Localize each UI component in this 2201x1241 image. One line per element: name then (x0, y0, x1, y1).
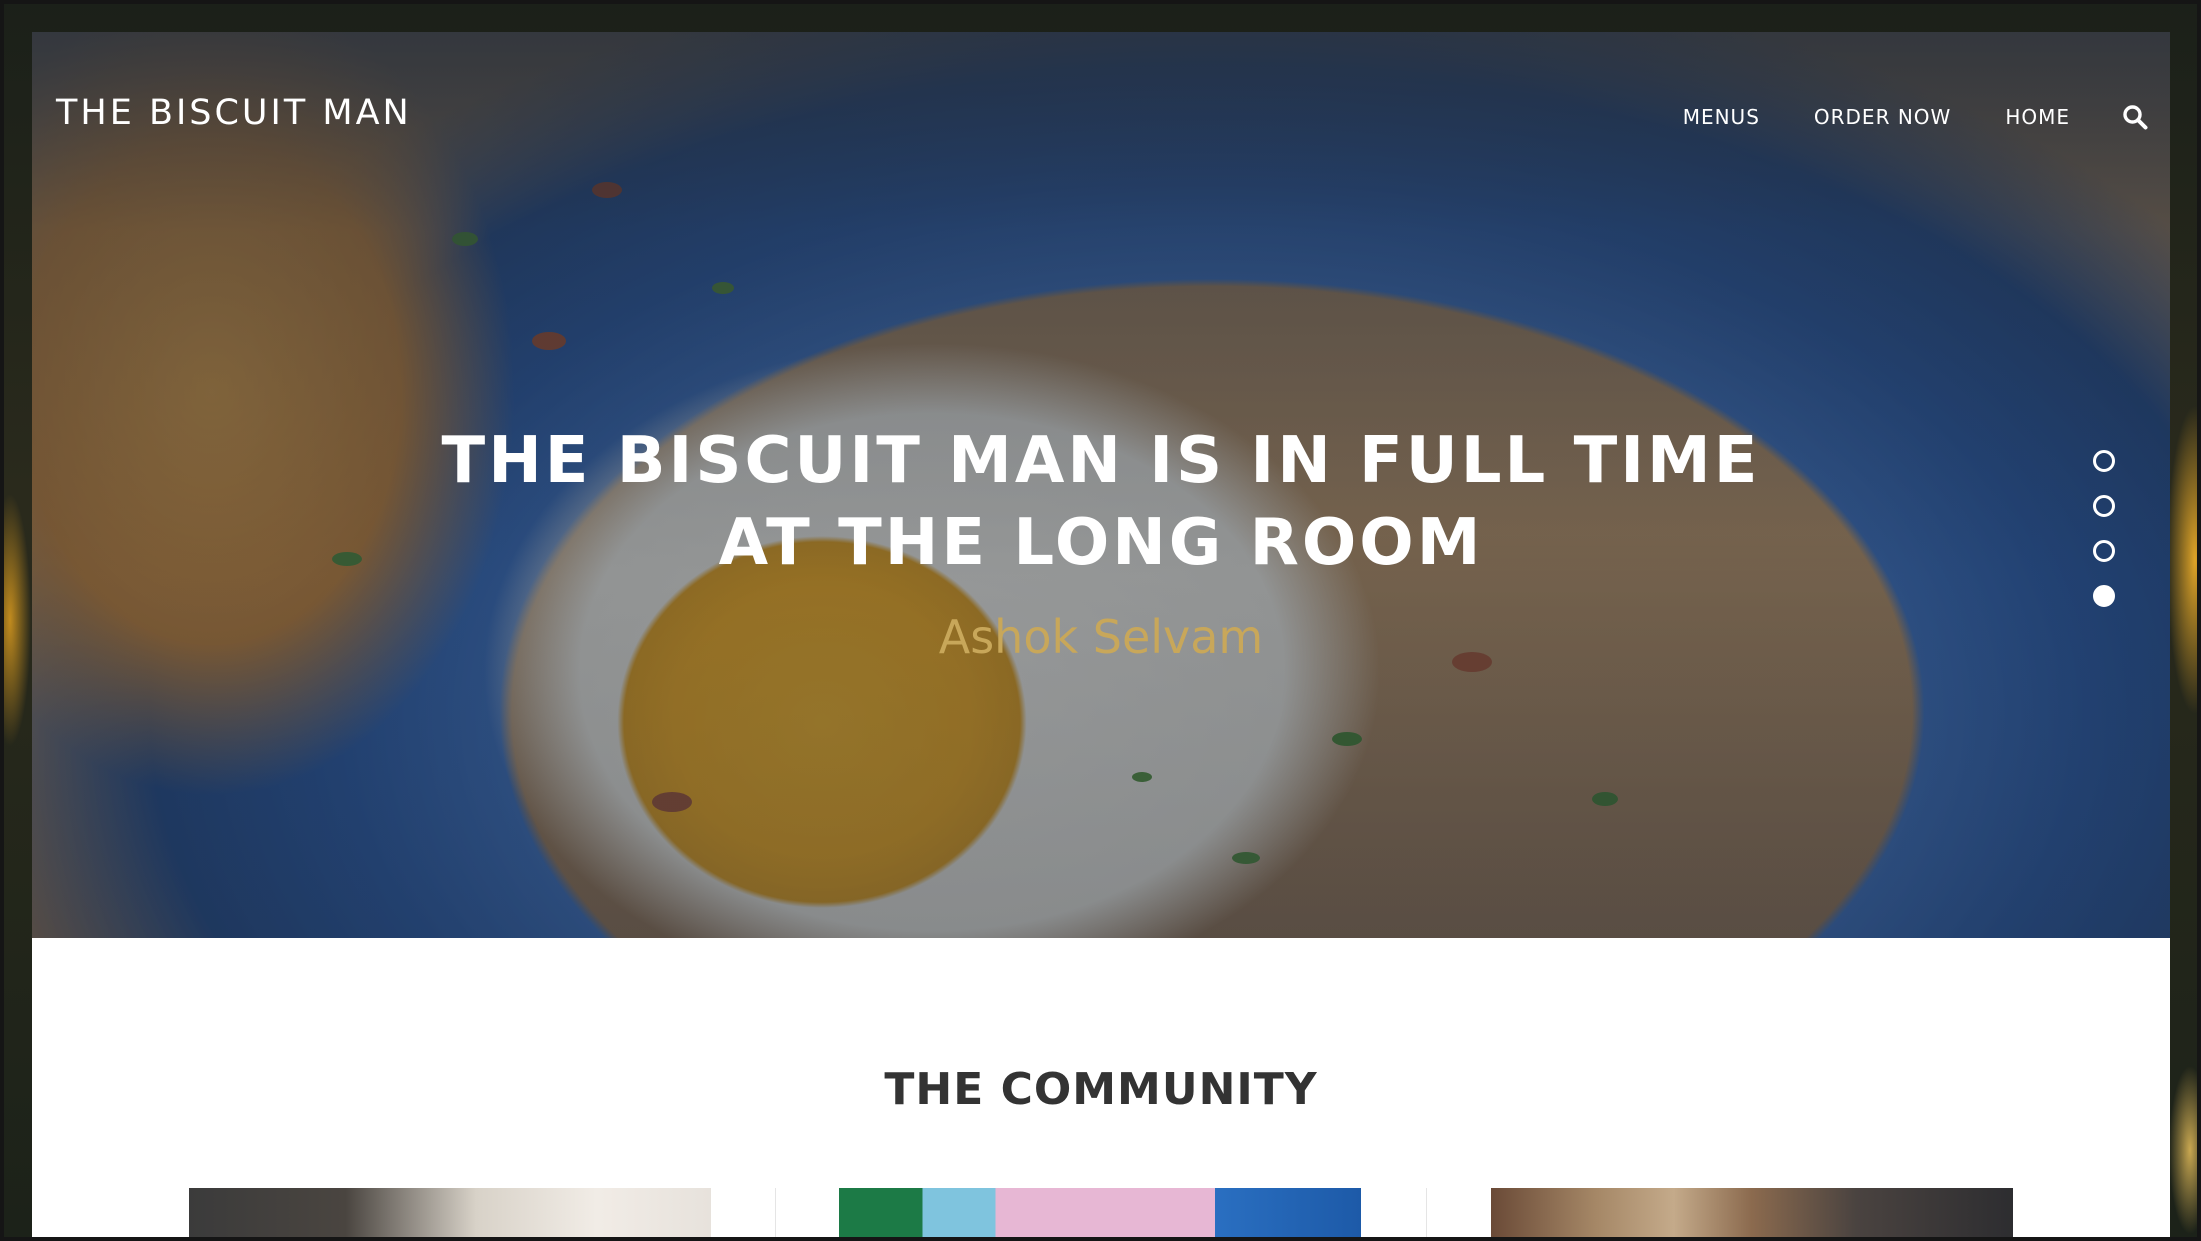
slider-dot-2[interactable] (2093, 495, 2115, 517)
site-window: THE BISCUIT MAN MENUS ORDER NOW HOME THE… (32, 32, 2170, 1241)
community-card-image-2[interactable] (839, 1188, 1361, 1241)
hero-author[interactable]: Ashok Selvam (32, 614, 2170, 660)
main-nav: MENUS ORDER NOW HOME (1629, 104, 2148, 130)
card-divider (775, 1188, 776, 1241)
community-card-image-1[interactable] (189, 1188, 711, 1241)
card-divider (1426, 1188, 1427, 1241)
nav-item-order-now[interactable]: ORDER NOW (1814, 107, 1951, 127)
nav-item-menus[interactable]: MENUS (1683, 107, 1760, 127)
nav-item-home[interactable]: HOME (2005, 107, 2070, 127)
search-icon[interactable] (2122, 104, 2148, 130)
hero-title-line-1: THE BISCUIT MAN IS IN FULL TIME (441, 424, 1761, 498)
slider-pagination (2093, 450, 2115, 630)
hero-title-line-2: AT THE LONG ROOM (718, 506, 1484, 580)
hero-title: THE BISCUIT MAN IS IN FULL TIME AT THE L… (32, 420, 2170, 584)
slider-dot-4-active[interactable] (2093, 585, 2115, 607)
community-section-title: THE COMMUNITY (884, 1064, 1318, 1115)
slider-dot-3[interactable] (2093, 540, 2115, 562)
community-card-image-3[interactable] (1491, 1188, 2013, 1241)
hero-slider: THE BISCUIT MAN MENUS ORDER NOW HOME THE… (32, 32, 2170, 938)
brand-logo[interactable]: THE BISCUIT MAN (56, 96, 412, 131)
slider-dot-1[interactable] (2093, 450, 2115, 472)
